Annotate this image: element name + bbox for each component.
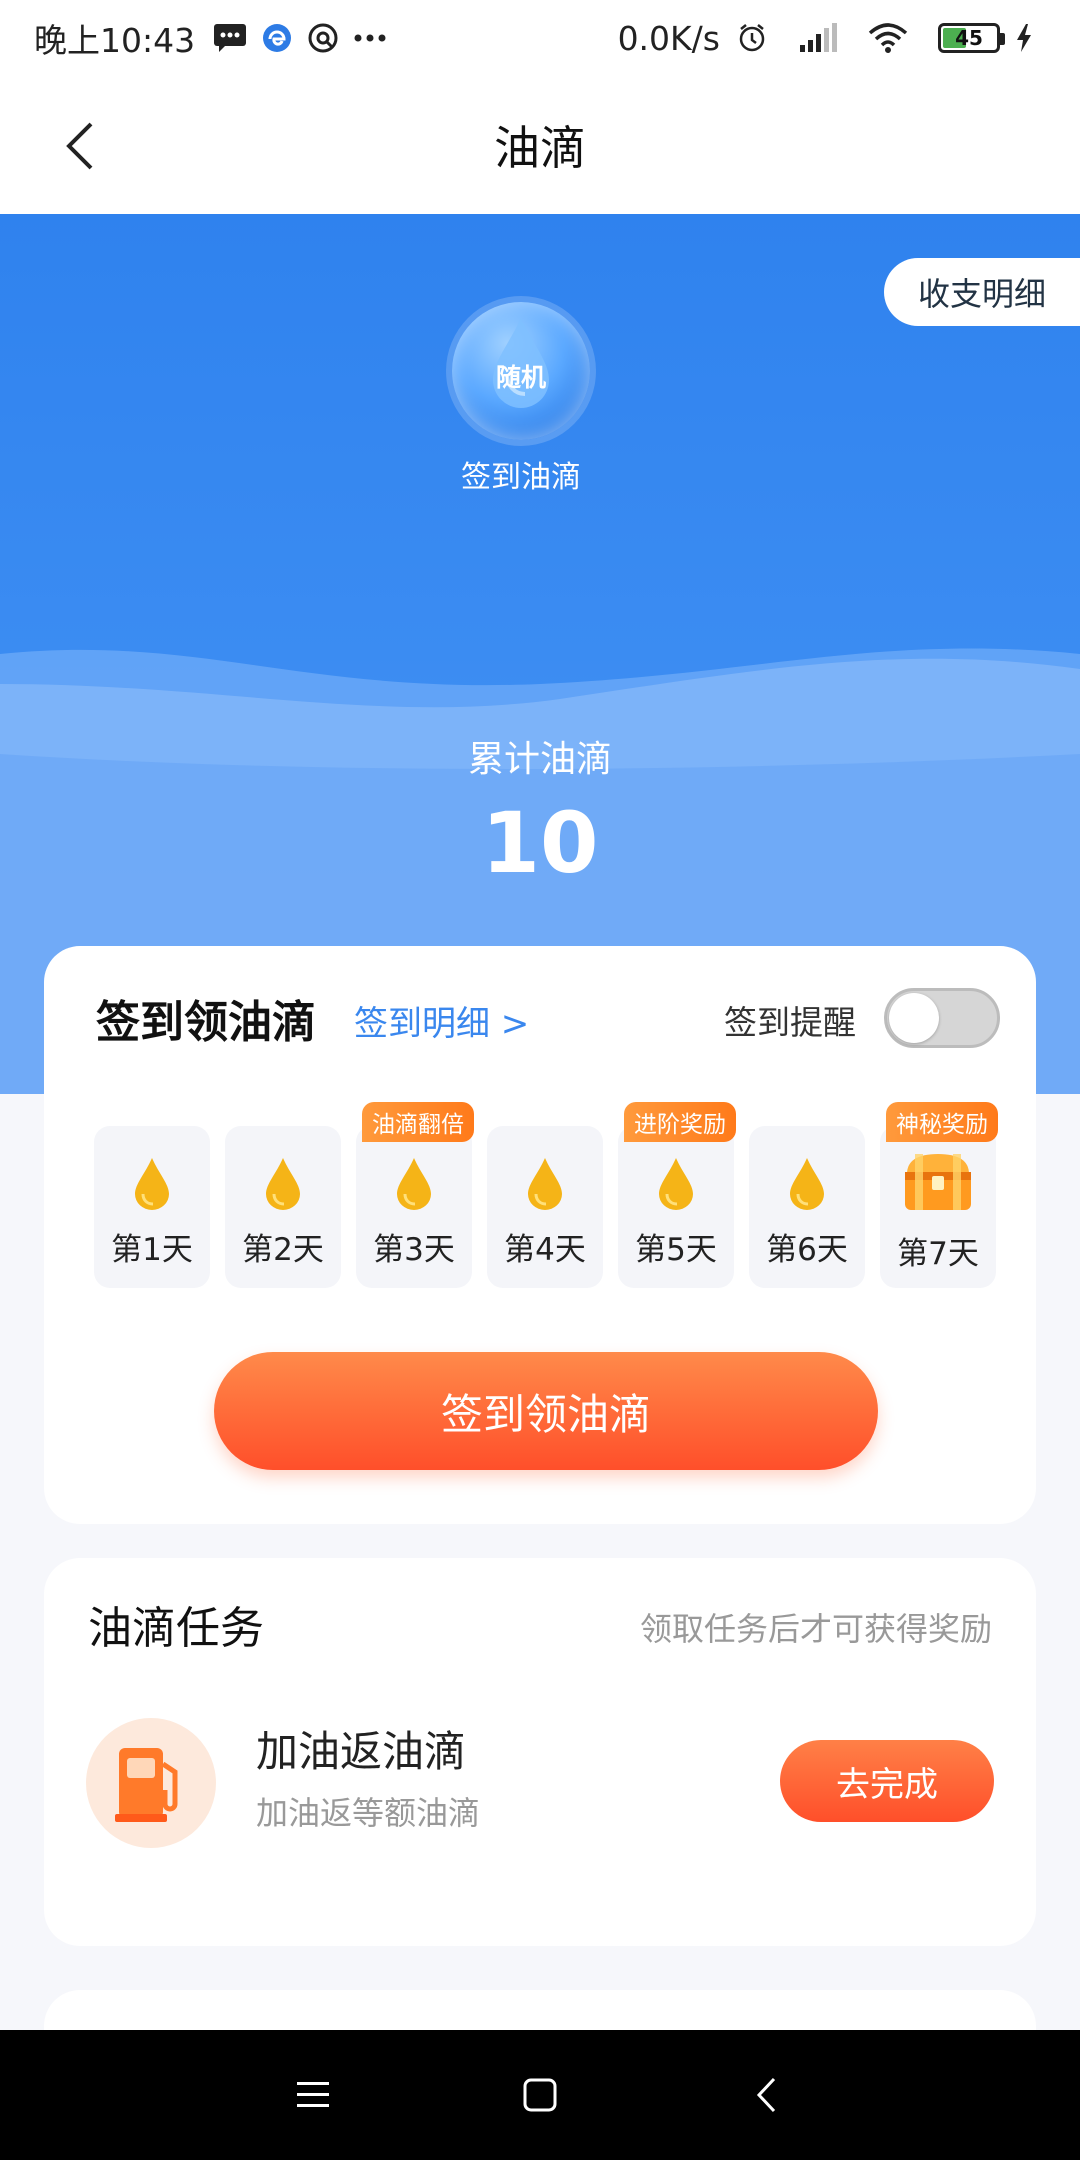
home-button[interactable]: [510, 2065, 570, 2125]
income-expense-detail-button[interactable]: 收支明细: [884, 258, 1080, 326]
task-description: 加油返等额油滴: [256, 1794, 481, 1832]
status-bar: 晚上10:43 0.0K/s 45: [0, 0, 1080, 76]
battery-icon: 45: [938, 23, 1005, 53]
task-section-title: 油滴任务: [88, 1603, 264, 1654]
task-card: 油滴任务 领取任务后才可获得奖励 加油返油滴 加油返等额油滴 去完成: [44, 1558, 1036, 1946]
day-4[interactable]: 第4天: [487, 1126, 603, 1288]
fuel-pump-icon: [115, 1748, 178, 1822]
day-badge: 进阶奖励: [624, 1102, 736, 1142]
day-3[interactable]: 油滴翻倍 第3天: [356, 1102, 474, 1288]
back-triangle-icon: [756, 2077, 775, 2113]
day-badge: 神秘奖励: [886, 1102, 998, 1142]
checkin-remind-label: 签到提醒: [724, 1003, 856, 1042]
alarm-icon: [736, 22, 768, 54]
task-name: 加油返油滴: [256, 1727, 467, 1776]
charging-icon: [1016, 24, 1032, 52]
oil-drop-icon: [790, 1158, 824, 1210]
treasure-chest-icon: [905, 1154, 971, 1210]
wifi-icon: [868, 23, 908, 53]
oil-drop-icon: [528, 1158, 562, 1210]
recent-apps-button[interactable]: [283, 2065, 343, 2125]
checkin-claim-button[interactable]: 签到领油滴: [214, 1352, 878, 1470]
day-badge: 油滴翻倍: [362, 1102, 474, 1142]
browser-icon: [261, 22, 293, 54]
back-button[interactable]: [50, 116, 110, 176]
day-5[interactable]: 进阶奖励 第5天: [618, 1102, 736, 1288]
oil-drop-icon: [659, 1158, 693, 1210]
menu-icon: [297, 2082, 330, 2107]
oil-drop-icon: [397, 1158, 431, 1210]
day-2[interactable]: 第2天: [225, 1126, 341, 1288]
total-drops-value: 10: [481, 794, 599, 892]
network-speed: 0.0K/s: [617, 18, 720, 58]
system-navigation-bar: [0, 2030, 1080, 2160]
page-title: 油滴: [494, 121, 586, 175]
toggle-knob: [889, 993, 939, 1043]
more-notifications-icon: [353, 33, 387, 43]
square-icon: [523, 2078, 557, 2112]
nav-bar: 油滴: [0, 76, 1080, 214]
task-complete-button[interactable]: 去完成: [780, 1740, 994, 1822]
total-drops-label: 累计油滴: [467, 739, 612, 780]
day-6[interactable]: 第6天: [749, 1126, 865, 1288]
task-section-hint: 领取任务后才可获得奖励: [639, 1610, 992, 1648]
checkin-card: 签到领油滴 签到明细 > 签到提醒 第1天 第2天 油滴翻倍 第3天 第4天 进…: [44, 946, 1036, 1524]
app-notification-icon: [307, 22, 339, 54]
checkin-detail-link[interactable]: 签到明细 >: [354, 996, 529, 1045]
message-icon: [213, 23, 247, 53]
day-1[interactable]: 第1天: [94, 1126, 210, 1288]
oil-drop-icon: [266, 1158, 300, 1210]
orb-text: 随机: [495, 363, 546, 392]
day-7[interactable]: 神秘奖励 第7天: [880, 1102, 998, 1288]
oil-drop-icon: [135, 1158, 169, 1210]
system-back-button[interactable]: [737, 2065, 797, 2125]
random-checkin-orb[interactable]: 随机: [452, 302, 590, 440]
chevron-left-icon: [66, 122, 93, 170]
task-icon-container: [86, 1718, 216, 1848]
checkin-days: 第1天 第2天 油滴翻倍 第3天 第4天 进阶奖励 第5天 第6天 神秘奖励 第…: [94, 1102, 998, 1288]
checkin-title: 签到领油滴: [96, 997, 316, 1048]
checkin-remind-toggle[interactable]: [884, 988, 1000, 1048]
status-time: 晚上10:43: [34, 21, 196, 60]
orb-label: 签到油滴: [461, 460, 581, 495]
signal-icon: [798, 23, 838, 53]
